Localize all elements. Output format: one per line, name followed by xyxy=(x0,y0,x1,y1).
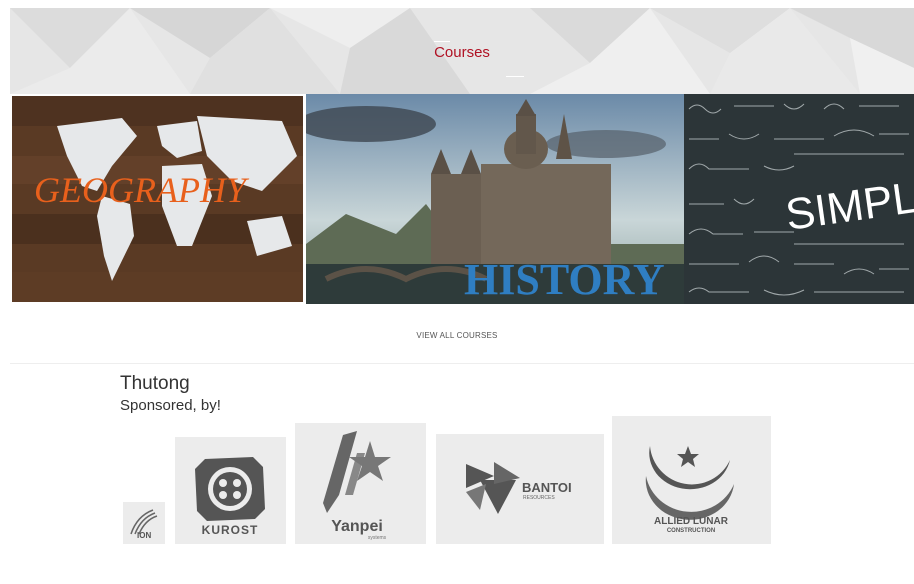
ion-logo-text: ION xyxy=(137,531,151,540)
kurost-logo-text: KUROST xyxy=(202,523,259,537)
sponsor-logo-bantoi[interactable]: BANTOI RESOURCES xyxy=(436,434,604,544)
bantoi-logo-mark: BANTOI RESOURCES xyxy=(466,462,572,514)
courses-heading: Courses xyxy=(434,44,490,61)
sponsor-logo-allied-lunar[interactable]: ALLIED LUNAR CONSTRUCTION xyxy=(612,416,771,544)
courses-banner: Courses xyxy=(10,8,914,94)
ion-logo-mark: ION xyxy=(130,509,158,540)
yanpei-logo-text: Yanpei xyxy=(331,518,383,535)
title-rule-top xyxy=(434,41,450,42)
view-all-courses-link[interactable]: VIEW ALL COURSES xyxy=(0,331,914,340)
yanpei-logo-tagline: systems xyxy=(368,535,387,541)
sponsor-logo-kurost[interactable]: KUROST xyxy=(175,437,286,544)
history-label: HISTORY xyxy=(464,255,665,304)
title-rule-bottom xyxy=(506,76,524,77)
yanpei-logo-mark: Yanpei systems xyxy=(323,431,391,541)
allied-lunar-logo-text: ALLIED LUNAR xyxy=(654,516,729,527)
allied-lunar-logo-tagline: CONSTRUCTION xyxy=(667,528,715,534)
course-card-mathematics[interactable]: SIMPLE M xyxy=(684,94,914,304)
geography-label: GEOGRAPHY xyxy=(34,170,250,210)
mathematics-label: SIMPLE M xyxy=(783,162,914,240)
bantoi-logo-text: BANTOI xyxy=(522,480,572,495)
allied-lunar-logo-mark: ALLIED LUNAR CONSTRUCTION xyxy=(645,446,734,534)
history-label-layer: HISTORY xyxy=(464,255,665,304)
course-carousel: GEOGRAPHY HISTORY SIMPLE xyxy=(10,94,914,304)
section-divider xyxy=(10,363,914,364)
sponsor-logo-yanpei[interactable]: Yanpei systems xyxy=(295,423,426,544)
bantoi-logo-tagline: RESOURCES xyxy=(523,495,555,501)
kurost-logo-mark: KUROST xyxy=(195,457,265,537)
org-name: Thutong xyxy=(120,373,190,394)
course-card-history[interactable]: HISTORY xyxy=(306,94,684,304)
geography-label-layer: GEOGRAPHY xyxy=(34,170,250,210)
mathematics-label-layer: SIMPLE M xyxy=(783,162,914,240)
sponsor-logo-ion[interactable]: ION xyxy=(123,502,165,544)
course-card-geography[interactable]: GEOGRAPHY xyxy=(10,94,305,304)
sponsored-by-label: Sponsored, by! xyxy=(120,397,221,414)
